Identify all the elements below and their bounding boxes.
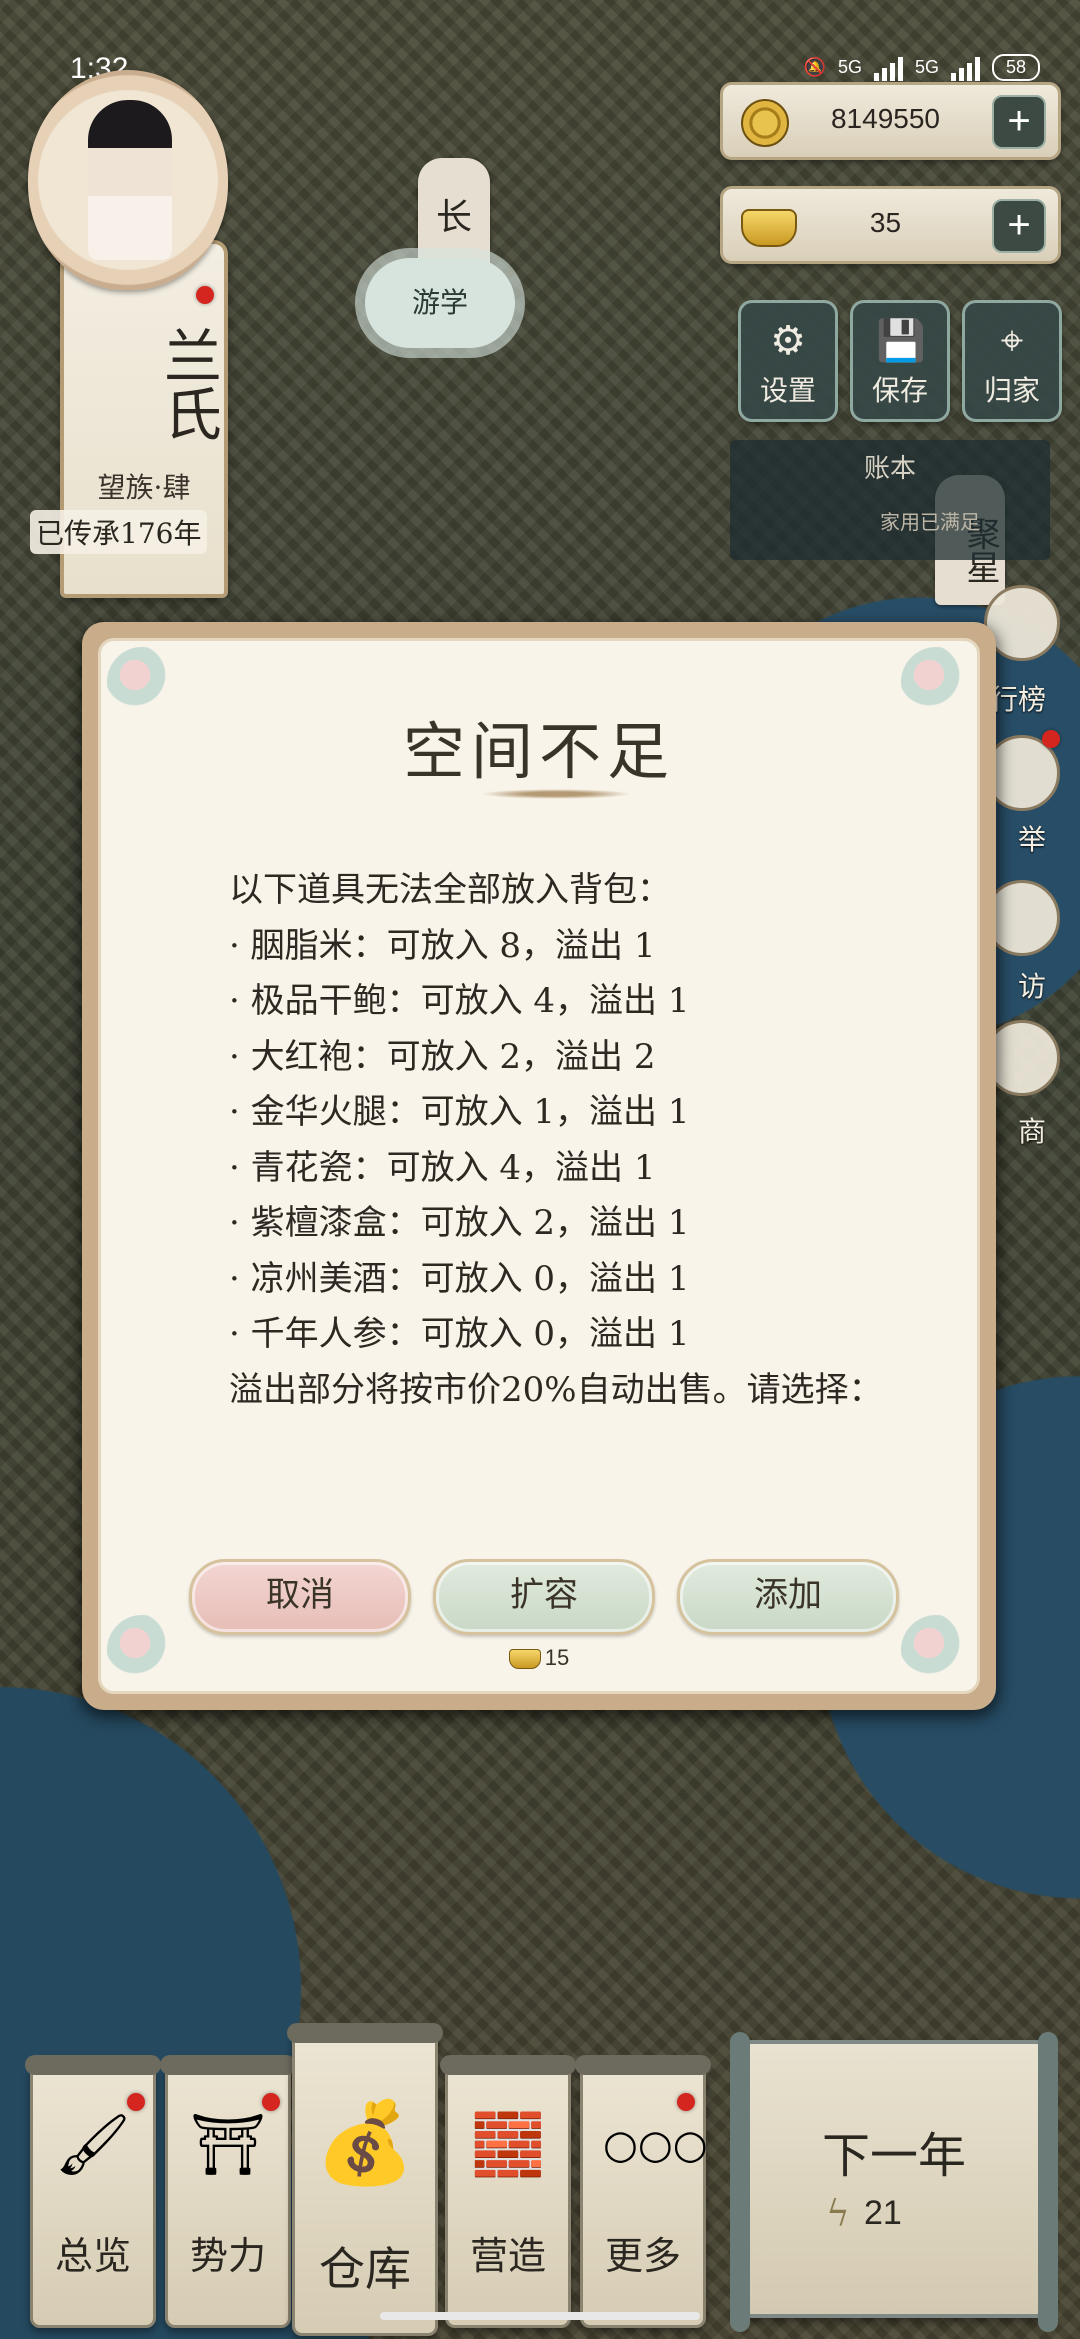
signal-icon-2: [950, 55, 980, 81]
notification-dot: [196, 286, 214, 304]
money-bag-icon: 💰: [315, 2096, 415, 2189]
scroll-cap: [440, 2055, 576, 2075]
next-year-label: 下一年: [821, 2128, 966, 2184]
nav-overview[interactable]: 🖌 总览: [25, 2055, 161, 2328]
list-item: · 紫檀漆盒：可放入 2，溢出 1: [229, 1203, 690, 1243]
nav-more-label: 更多: [604, 2234, 681, 2278]
list-item: · 千年人参：可放入 0，溢出 1: [229, 1314, 690, 1354]
clan-years: 已传承176年: [30, 510, 208, 554]
clan-rank: 望族·肆: [97, 471, 191, 504]
notification-dot: [1042, 730, 1060, 748]
expand-cost: 15: [101, 1645, 977, 1671]
dialog-footer-text: 溢出部分将按市价20%自动出售。请选择：: [229, 1369, 883, 1410]
settings-label: 设置: [759, 374, 816, 407]
list-item: · 金华火腿：可放入 1，溢出 1: [229, 1092, 690, 1132]
dialog-title: 空间不足: [402, 715, 675, 788]
side-menu-visit[interactable]: 访: [1018, 965, 1046, 1005]
location-icon: ⌖: [1000, 318, 1024, 364]
pavilion-icon: ⛩: [189, 2110, 267, 2180]
settings-button[interactable]: ⚙ 设置: [738, 300, 838, 422]
title-ornament: [481, 789, 631, 799]
map-tag-city[interactable]: 长: [418, 158, 490, 268]
side-menu-exam[interactable]: 举: [1018, 818, 1046, 858]
add-copper-button[interactable]: +: [992, 95, 1046, 149]
nav-influence[interactable]: ⛩ 势力: [160, 2055, 296, 2328]
scroll-cap: [160, 2055, 296, 2075]
go-home-button[interactable]: ⌖ 归家: [962, 300, 1062, 422]
list-item: · 青花瓷：可放入 4，溢出 1: [229, 1147, 656, 1188]
copper-value: 8149550: [830, 103, 940, 134]
mute-icon: 🔕: [803, 57, 826, 77]
home-indicator[interactable]: [380, 2312, 700, 2320]
go-home-label: 归家: [983, 374, 1040, 407]
clan-name: 兰氏: [154, 326, 222, 442]
side-menu-trade[interactable]: 商: [1018, 1110, 1046, 1150]
signal-icon: [873, 55, 903, 81]
more-dots-icon: ○○○: [603, 2122, 708, 2168]
cancel-button[interactable]: 取消: [189, 1559, 411, 1635]
list-item: · 大红袍：可放入 2，溢出 2: [229, 1036, 656, 1077]
gold-bar: 35 +: [720, 186, 1061, 264]
dialog-intro: 以下道具无法全部放入背包：: [229, 870, 671, 910]
ledger-panel[interactable]: 账本 家用已满足: [730, 440, 1050, 560]
expand-cost-value: 15: [544, 1645, 570, 1670]
expand-button[interactable]: 扩容: [433, 1559, 655, 1635]
energy-value: 21: [864, 2194, 902, 2232]
gold-value: 35: [869, 207, 902, 238]
nav-construct-label: 营造: [469, 2234, 546, 2278]
list-item: · 凉州美酒：可放入 0，溢出 1: [229, 1258, 690, 1299]
brush-icon: 🖌: [54, 2110, 132, 2180]
save-icon: 💾: [876, 318, 926, 364]
dialog-panel: 空间不足 以下道具无法全部放入背包： · 胭脂米：可放入 8，溢出 1 · 极品…: [98, 638, 980, 1694]
ledger-title: 账本: [863, 454, 916, 484]
gold-ingot-icon: [741, 209, 797, 247]
list-item: · 极品干鲍：可放入 4，溢出 1: [229, 981, 690, 1021]
avatar[interactable]: [28, 70, 228, 290]
avatar-portrait: [88, 100, 172, 260]
nav-warehouse[interactable]: 💰 仓库: [287, 2023, 443, 2336]
notification-dot: [677, 2093, 695, 2111]
add-button[interactable]: 添加: [677, 1559, 899, 1635]
insufficient-space-dialog: 空间不足 以下道具无法全部放入背包： · 胭脂米：可放入 8，溢出 1 · 极品…: [82, 622, 996, 1710]
scroll-cap: [287, 2023, 443, 2043]
nav-influence-label: 势力: [189, 2234, 266, 2278]
next-year-button[interactable]: 下一年 ϟ 21: [730, 2032, 1058, 2332]
map-tag-study[interactable]: 游学: [365, 258, 515, 348]
nav-overview-label: 总览: [54, 2234, 131, 2278]
gear-icon: ⚙: [770, 318, 806, 364]
nav-more[interactable]: ○○○ 更多: [575, 2055, 711, 2328]
list-item: · 胭脂米：可放入 8，溢出 1: [229, 925, 656, 966]
ledger-subtitle: 家用已满足: [880, 510, 980, 534]
dialog-message: 以下道具无法全部放入背包： · 胭脂米：可放入 8，溢出 1 · 极品干鲍：可放…: [229, 863, 899, 1418]
nav-construct[interactable]: 🧱 营造: [440, 2055, 576, 2328]
net-label-2: 5G: [914, 57, 939, 77]
copper-bar: 8149550 +: [720, 82, 1061, 160]
notification-dot: [127, 2093, 145, 2111]
status-icons: 🔕 5G 5G 58: [804, 54, 1040, 81]
notification-dot: [262, 2093, 280, 2111]
scroll-cap: [575, 2055, 711, 2075]
save-button[interactable]: 💾 保存: [850, 300, 950, 422]
add-gold-button[interactable]: +: [992, 199, 1046, 253]
battery-icon: 58: [991, 54, 1040, 81]
coin-icon: [741, 99, 789, 147]
save-label: 保存: [871, 374, 928, 407]
scroll-cap: [25, 2055, 161, 2075]
net-label-1: 5G: [837, 57, 862, 77]
nav-warehouse-label: 仓库: [319, 2242, 411, 2296]
energy-icon: ϟ: [826, 2194, 850, 2235]
gold-ingot-icon: [508, 1649, 541, 1670]
trowel-bricks-icon: 🧱: [470, 2110, 546, 2180]
